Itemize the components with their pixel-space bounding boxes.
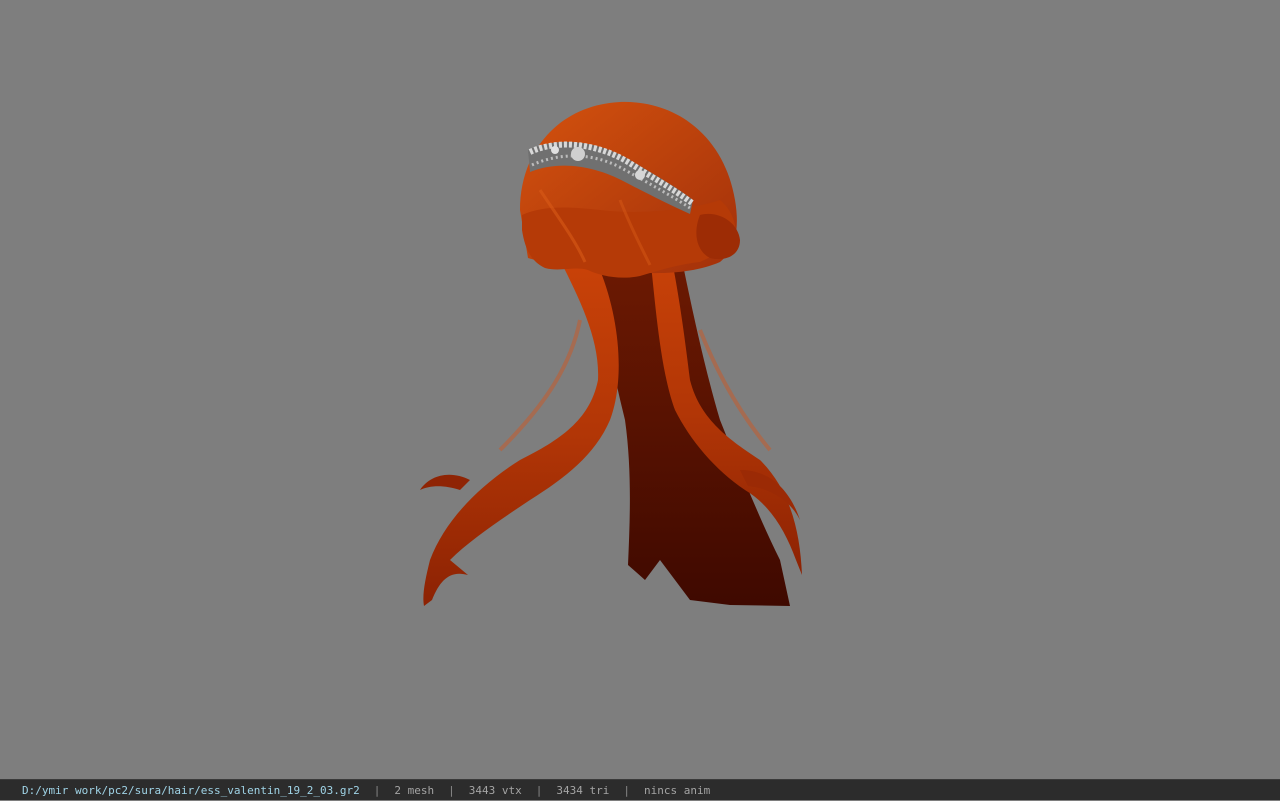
animation-status: nincs anim <box>643 783 711 797</box>
mesh-count: 2 mesh <box>394 783 435 797</box>
hair-left-strand <box>423 260 619 606</box>
separator: | <box>373 783 381 797</box>
status-bar: D:/ymir work/pc2/sura/hair/ess_valentin_… <box>0 779 1280 800</box>
separator: | <box>623 783 630 797</box>
vertex-count: 3443 vtx <box>468 783 522 797</box>
file-path: D:/ymir work/pc2/sura/hair/ess_valentin_… <box>22 783 360 797</box>
hair-model-render <box>420 101 802 606</box>
3d-viewport[interactable] <box>0 0 1280 779</box>
triangle-count: 3434 tri <box>556 783 610 797</box>
separator: | <box>448 783 455 797</box>
separator: | <box>535 783 543 797</box>
